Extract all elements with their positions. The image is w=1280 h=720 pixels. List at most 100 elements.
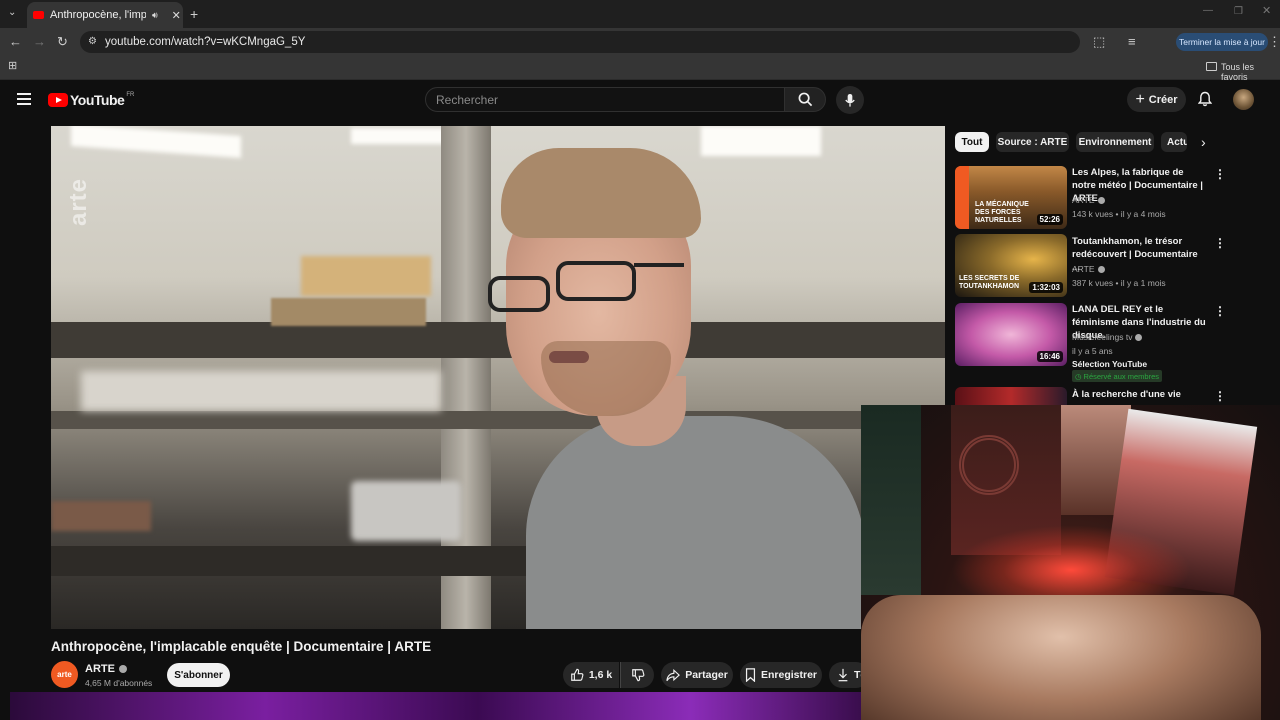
rec-more-icon[interactable]: ⋮: [1214, 389, 1226, 403]
thumbs-up-icon: [570, 668, 584, 681]
thumbs-down-icon: [631, 669, 644, 682]
channel-name[interactable]: ARTE: [85, 663, 127, 675]
share-icon: [666, 668, 681, 681]
person-hair: [501, 148, 701, 238]
close-window-icon[interactable]: ✕: [1262, 6, 1271, 17]
share-label: Partager: [685, 669, 728, 681]
shelf-box: [271, 298, 426, 326]
all-bookmarks-label[interactable]: Tous les favoris: [1221, 62, 1280, 82]
webcam-couch: [861, 595, 1261, 720]
rec-thumbnail[interactable]: 16:46: [955, 303, 1067, 366]
site-settings-icon[interactable]: ⚙: [88, 36, 97, 47]
chip-all[interactable]: Tout: [955, 132, 989, 152]
reload-icon[interactable]: ↻: [57, 35, 68, 48]
channel-avatar[interactable]: arte: [51, 661, 78, 688]
save-button[interactable]: Enregistrer: [740, 662, 822, 688]
rec-more-icon[interactable]: ⋮: [1214, 167, 1226, 181]
rec-thumbnail[interactable]: [955, 387, 1067, 405]
youtube-logo[interactable]: YouTube FR: [48, 92, 134, 108]
minimize-icon[interactable]: —: [1203, 6, 1213, 16]
shelf-box: [301, 256, 431, 296]
video-player[interactable]: arte: [51, 126, 945, 629]
new-tab-icon[interactable]: +: [190, 7, 198, 21]
rec-more-icon[interactable]: ⋮: [1214, 304, 1226, 318]
chip-news[interactable]: Actu: [1161, 132, 1187, 152]
rec-thumbnail[interactable]: LA MÉCANIQUE DES FORCES NATURELLES 52:26: [955, 166, 1067, 229]
channel-name-text: ARTE: [85, 663, 115, 675]
maximize-icon[interactable]: ❐: [1234, 7, 1243, 17]
browser-tab-bar: ⌄ Anthropocène, l'implacable 🔊︎ ✕ + — ❐ …: [0, 0, 1280, 28]
rec-thumb-text: LA MÉCANIQUE DES FORCES NATURELLES: [975, 201, 1029, 224]
rec-channel-name: Musicfeelings tv: [1072, 332, 1133, 342]
address-bar[interactable]: ⚙ youtube.com/watch?v=wKCMngaG_5Y: [80, 31, 1080, 53]
download-icon: [838, 668, 848, 682]
video-title: Anthropocène, l'implacable enquête | Doc…: [51, 639, 432, 654]
like-count: 1,6 k: [588, 669, 613, 681]
arte-watermark: arte: [65, 177, 92, 226]
chip-environment[interactable]: Environnement: [1076, 132, 1154, 152]
apps-grid-icon[interactable]: ⊞: [8, 61, 17, 72]
chrome-menu-icon[interactable]: ⋮: [1268, 35, 1280, 48]
reading-list-icon[interactable]: ≡: [1128, 35, 1136, 48]
tab-search-icon[interactable]: ⌄: [8, 8, 16, 18]
rec-channel-name: ARTE: [1072, 195, 1095, 205]
save-label: Enregistrer: [760, 669, 818, 681]
members-only-text: Réservé aux membres: [1083, 371, 1159, 381]
chip-source-arte[interactable]: Source : ARTE: [996, 132, 1069, 152]
shelf-books: [51, 501, 151, 531]
share-button[interactable]: Partager: [661, 662, 733, 688]
webcam-spiral: [959, 435, 1019, 495]
rec-title[interactable]: À la recherche d'une vie: [1072, 388, 1206, 401]
tab-title: Anthropocène, l'implacable: [50, 9, 146, 21]
verified-icon: [1097, 196, 1105, 204]
search-icon: [798, 92, 812, 107]
chips-next-icon[interactable]: ›: [1201, 134, 1206, 150]
rec-channel[interactable]: Musicfeelings tv: [1072, 332, 1143, 342]
folder-icon: [1206, 62, 1217, 71]
webcam-chair-left: [861, 405, 921, 595]
dislike-button[interactable]: [620, 662, 654, 688]
audio-playing-icon[interactable]: 🔊︎: [152, 10, 158, 21]
account-avatar[interactable]: [1233, 89, 1254, 110]
extensions-icon[interactable]: ⬚: [1093, 35, 1105, 48]
like-button[interactable]: 1,6 k: [563, 662, 619, 688]
shelf-items: [81, 371, 441, 411]
youtube-region: FR: [126, 92, 135, 98]
search-input[interactable]: Rechercher: [425, 87, 785, 112]
browser-tab[interactable]: Anthropocène, l'implacable 🔊︎ ✕: [27, 2, 183, 28]
rec-duration: 1:32:03: [1029, 282, 1063, 293]
rec-more-icon[interactable]: ⋮: [1214, 236, 1226, 250]
forward-icon[interactable]: →: [33, 35, 46, 48]
subscribe-button[interactable]: S'abonner: [167, 663, 230, 687]
shelf-mid: [51, 411, 945, 429]
url-text: youtube.com/watch?v=wKCMngaG_5Y: [105, 36, 306, 48]
youtube-play-logo-icon: [48, 93, 68, 107]
hamburger-menu-icon[interactable]: [17, 93, 31, 105]
rec-thumbnail[interactable]: LES SECRETS DE TOUTANKHAMON 1:32:03: [955, 234, 1067, 297]
rec-selection: Sélection YouTube: [1072, 359, 1148, 369]
channel-avatar-text: arte: [57, 670, 72, 679]
shelf-top: [51, 322, 945, 358]
create-button[interactable]: + Créer: [1127, 87, 1186, 112]
search-button[interactable]: [784, 87, 826, 112]
rec-channel[interactable]: ARTE: [1072, 264, 1105, 274]
close-tab-icon[interactable]: ✕: [172, 9, 181, 22]
notifications-bell-icon[interactable]: [1197, 91, 1213, 112]
rec-meta: 143 k vues • il y a 4 mois: [1072, 209, 1166, 219]
webcam-overlay: [861, 405, 1280, 720]
rec-channel[interactable]: ARTE: [1072, 195, 1105, 205]
glasses-right-lens: [556, 261, 636, 301]
verified-icon: [118, 665, 127, 673]
person-mouth: [549, 351, 589, 363]
rec-meta: il y a 5 ans: [1072, 346, 1113, 356]
update-button[interactable]: Terminer la mise à jour: [1176, 33, 1268, 51]
bookmark-icon: [745, 668, 756, 682]
microphone-icon: [845, 93, 855, 107]
voice-search-button[interactable]: [836, 86, 864, 114]
ceiling-light: [701, 126, 821, 156]
back-icon[interactable]: ←: [9, 35, 22, 48]
glasses-arm: [634, 263, 684, 267]
arte-logo-strip: [955, 166, 969, 229]
verified-icon: [1097, 265, 1105, 273]
shelf-jars: [351, 481, 461, 541]
